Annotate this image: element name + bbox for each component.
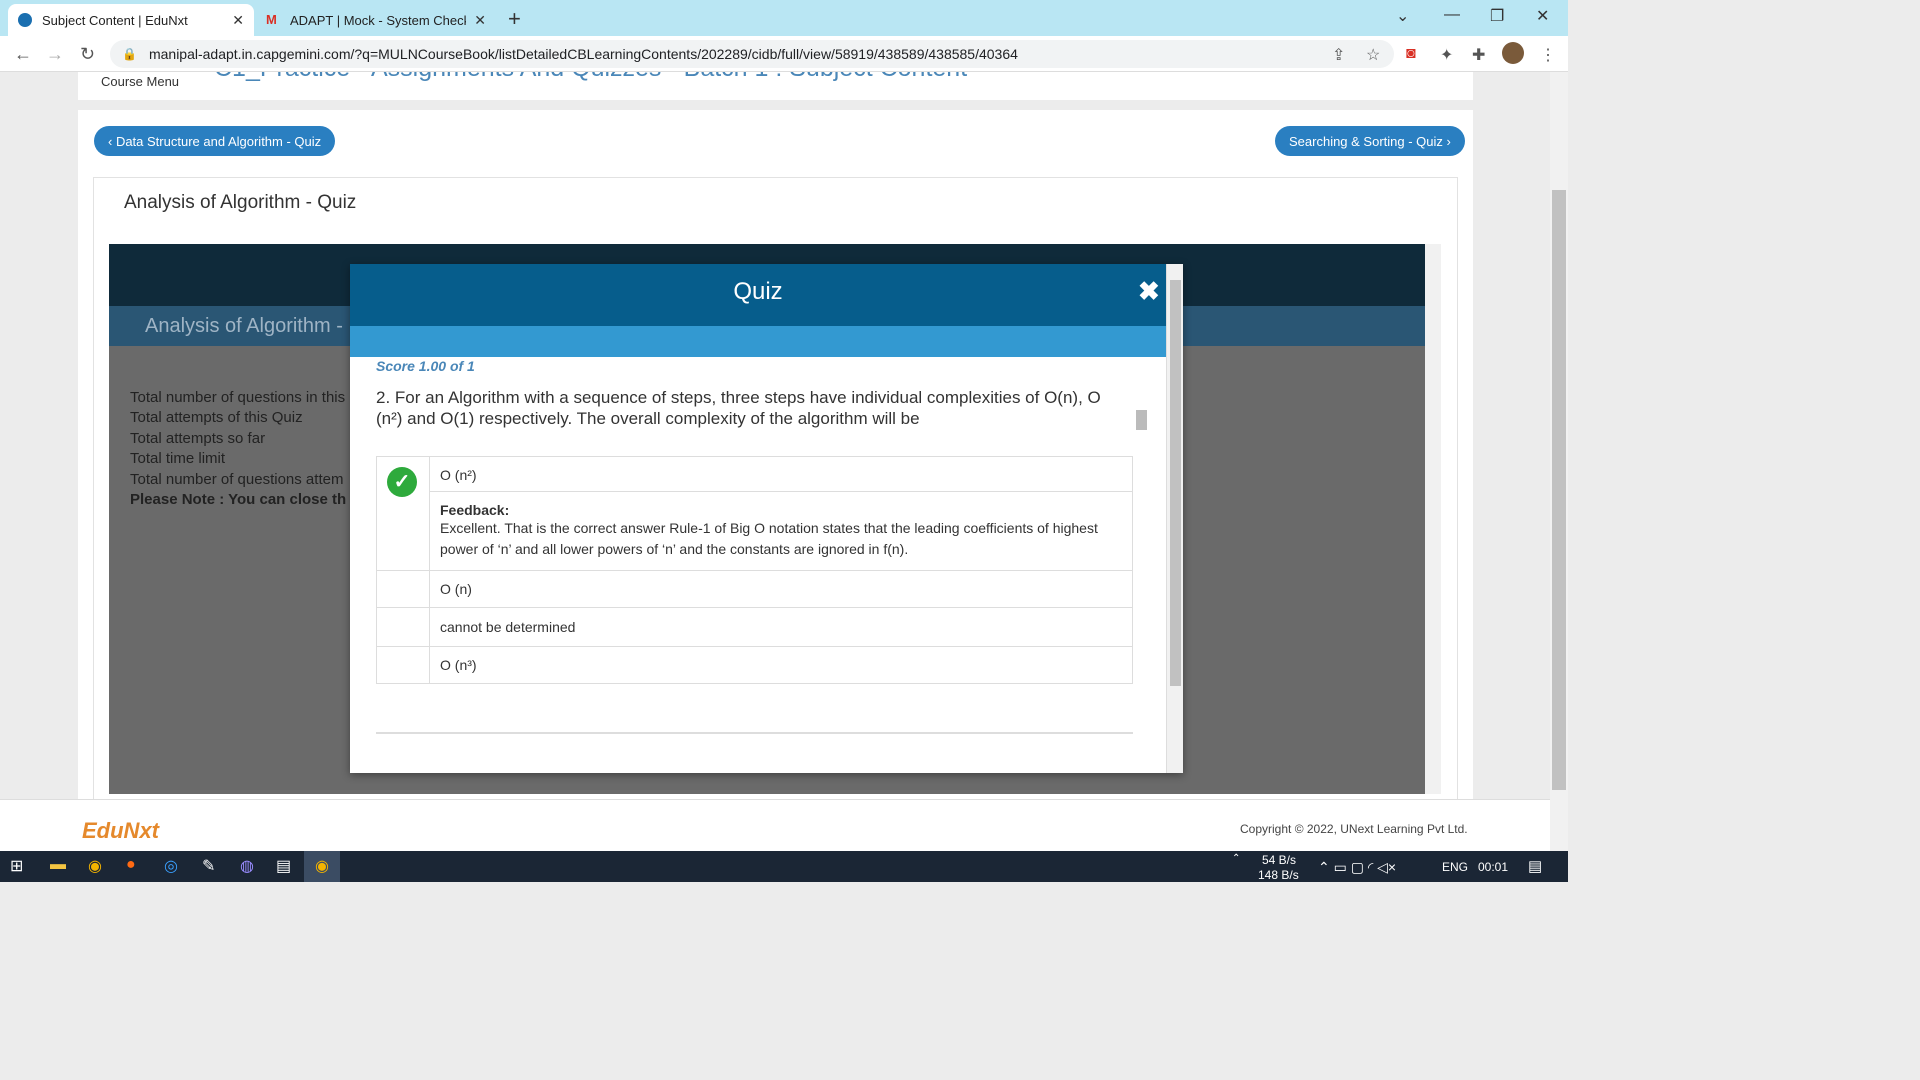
answer-body: O (n²) Feedback: Excellent. That is the … [430,457,1132,570]
answer-text: O (n³) [440,657,477,673]
answer-list: ✓ O (n²) Feedback: Excellent. That is th… [376,456,1133,684]
puzzle-icon[interactable]: ✚ [1472,45,1485,65]
answer-text: cannot be determined [440,619,576,635]
edunxt-logo: EduNxt [82,818,159,843]
answer-marker [377,608,430,646]
gmail-favicon-icon: M [266,12,277,27]
browser-toolbar: ← → ↻ 🔒 manipal-adapt.in.capgemini.com/?… [0,36,1568,72]
feedback-text: Excellent. That is the correct answer Ru… [440,520,1098,557]
restore-icon[interactable]: ❐ [1490,6,1504,26]
notification-icon[interactable]: ▤ [1528,857,1542,875]
lock-icon: 🔒 [122,47,137,61]
new-tab-icon[interactable]: + [508,6,521,32]
scroll-thumb[interactable] [1136,410,1147,430]
answer-option[interactable]: O (n) [377,571,1132,608]
tab-title: ADAPT | Mock - System Check As [290,12,466,28]
edunxt-favicon-icon [18,13,32,27]
windows-start-icon[interactable]: ⊞ [10,856,23,876]
extension-icon[interactable]: ✦ [1440,45,1453,65]
language-indicator[interactable]: ENG [1442,860,1468,874]
tray-icons[interactable]: ⌃ ▭ ▢ ◜ ◁× [1318,859,1396,876]
score-text: Score 1.00 of 1 [376,358,475,374]
menu-kebab-icon[interactable]: ⋮ [1540,45,1556,65]
chrome-icon[interactable]: ◉ [88,856,102,876]
chevron-up-icon[interactable]: ⌃ [1232,853,1240,864]
net-upload: 54 B/s [1262,853,1297,867]
info-line: Total number of questions in this [130,389,346,406]
forward-arrow-icon[interactable]: → [46,44,64,65]
feedback-label: Feedback: [440,502,510,518]
modal-title: Quiz [733,278,783,305]
question-text: 2. For an Algorithm with a sequence of s… [376,388,1101,428]
answer-text: O (n²) [430,457,1132,492]
url-text: manipal-adapt.in.capgemini.com/?q=MULNCo… [148,46,1018,62]
answer-marker [377,647,430,683]
app-icon[interactable]: ◍ [240,856,254,876]
avatar[interactable] [1502,42,1524,64]
question-scrollbar[interactable] [1133,364,1150,772]
reload-icon[interactable]: ↻ [80,44,95,65]
back-arrow-icon[interactable]: ← [14,44,32,65]
close-icon[interactable]: ✖ [1138,276,1160,307]
answer-marker: ✓ [377,457,430,570]
address-bar[interactable]: 🔒 manipal-adapt.in.capgemini.com/?q=MULN… [110,40,1394,68]
course-title: C1_Practice - Assignments And Quizzes - … [214,72,967,83]
copyright-text: Copyright © 2022, UNext Learning Pvt Ltd… [1240,822,1468,836]
tab-title: Subject Content | EduNxt [42,12,188,28]
minimize-icon[interactable]: — [1444,6,1460,24]
info-line: Total time limit [130,450,226,467]
windows-taskbar: ⊞ ▬ ◉ ● ◎ ✎ ◍ ▤ ◉ ⌃ 54 B/s 148 B/s ⌃ ▭ ▢… [0,851,1568,882]
frame-band-title: Analysis of Algorithm - [145,315,343,337]
file-explorer-icon[interactable]: ▬ [50,856,66,874]
info-line: Total attempts of this Quiz [130,409,303,426]
divider [376,732,1133,734]
scroll-thumb[interactable] [1170,280,1181,686]
app-icon[interactable]: ● [126,856,136,874]
prev-quiz-button[interactable]: ‹ Data Structure and Algorithm - Quiz [94,126,336,156]
info-line: Total number of questions attem [130,471,344,488]
answer-option[interactable]: O (n³) [377,647,1132,683]
browser-tabbar: Subject Content | EduNxt ✕ M ADAPT | Moc… [0,0,1568,36]
clock[interactable]: 00:01 [1478,860,1508,874]
tab-subject-content[interactable]: Subject Content | EduNxt ✕ [8,4,254,36]
answer-option[interactable]: ✓ O (n²) Feedback: Excellent. That is th… [377,457,1132,571]
answer-marker [377,571,430,607]
share-icon[interactable]: ⇪ [1332,45,1345,65]
course-header: C1_Practice - Assignments And Quizzes - … [78,72,1473,100]
frame-scrollbar[interactable] [1425,244,1441,794]
modal-header: Quiz ✖ [350,264,1166,326]
note-text: Please Note : You can close th [130,491,347,508]
course-menu-link[interactable]: Course Menu [101,74,179,89]
chrome-active-icon[interactable]: ◉ [304,851,340,882]
chevron-down-icon[interactable]: ⌄ [1396,6,1409,26]
answer-option[interactable]: cannot be determined [377,608,1132,647]
modal-subheader [350,326,1166,357]
footer: EduNxt Copyright © 2022, UNext Learning … [0,799,1550,851]
app-icon[interactable]: ✎ [202,856,215,876]
app-icon[interactable]: ▤ [276,856,291,876]
star-icon[interactable]: ☆ [1366,45,1380,65]
close-tab-icon[interactable]: ✕ [232,12,244,29]
quiz-modal: Quiz ✖ Score 1.00 of 1 2. For an Algorit… [350,264,1183,773]
check-icon: ✓ [387,467,417,497]
info-line: Total attempts so far [130,430,266,447]
next-quiz-button[interactable]: Searching & Sorting - Quiz › [1275,126,1465,156]
scroll-thumb[interactable] [1552,190,1566,790]
tab-adapt-mock[interactable]: M ADAPT | Mock - System Check As ✕ [256,4,496,36]
modal-scrollbar[interactable] [1166,264,1183,773]
page-title: Analysis of Algorithm - Quiz [124,192,357,213]
app-icon[interactable]: ◎ [164,856,178,876]
extension-pocket-icon[interactable]: ◙ [1406,45,1416,63]
answer-text: O (n) [440,581,472,597]
close-tab-icon[interactable]: ✕ [474,12,486,29]
page-scrollbar[interactable] [1550,72,1568,851]
close-window-icon[interactable]: ✕ [1536,6,1549,26]
net-download: 148 B/s [1258,868,1299,882]
